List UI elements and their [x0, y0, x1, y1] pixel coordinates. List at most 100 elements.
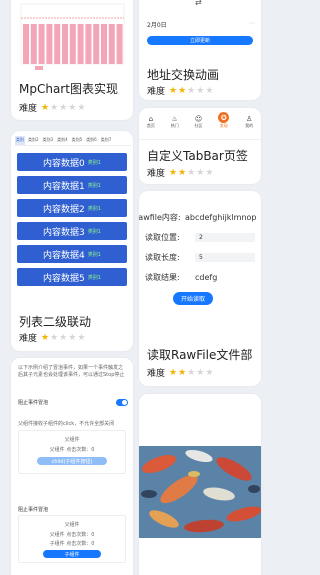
- star-icon: ★: [68, 332, 78, 343]
- card-title: 列表二级联动: [19, 315, 92, 329]
- card-title: 自定义TabBar页签: [147, 149, 248, 163]
- list-item-tag: 类别1: [87, 159, 101, 166]
- list-item-tag: 类别1: [87, 205, 101, 212]
- card-mpchart[interactable]: MpChart图表实现 难度 ★★★★★: [11, 0, 133, 120]
- difficulty: 难度 ★★★★★: [147, 367, 215, 380]
- list-item[interactable]: 内容数据3 类别1: [17, 222, 127, 240]
- category-tab[interactable]: 类别2: [27, 136, 40, 145]
- rawfile-rows: rawfile内容: abcdefghijklmnop 读取位置: 2 读取长度: 5 读取…: [139, 209, 261, 289]
- category-tab[interactable]: 类别3: [42, 136, 55, 145]
- star-icon: ★: [187, 167, 197, 178]
- tab-label: 发现: [219, 123, 228, 128]
- home-icon: ⌂: [148, 115, 154, 123]
- stop-propagation-toggle[interactable]: [116, 399, 128, 406]
- list-item[interactable]: 内容数据2 类别1: [17, 199, 127, 217]
- chart-preview: [11, 0, 133, 74]
- star-icon: ★: [41, 332, 51, 343]
- card-rawfile[interactable]: rawfile内容: abcdefghijklmnop 读取位置: 2 读取长度: 5 读取…: [139, 191, 261, 386]
- list-item[interactable]: 内容数据1 类别1: [17, 176, 127, 194]
- list-item-text: 内容数据3: [43, 227, 85, 238]
- difficulty: 难度 ★★★★★: [147, 167, 215, 180]
- chart-bar: [77, 24, 84, 64]
- fire-icon: ♨: [171, 115, 178, 123]
- rawfile-label: rawfile内容:: [139, 213, 181, 222]
- list-item-text: 内容数据5: [43, 273, 85, 284]
- rawfile-row: rawfile内容: abcdefghijklmnop: [139, 209, 261, 226]
- category-tab[interactable]: 类别6: [85, 136, 98, 145]
- parent-box[interactable]: 父组件 父组件 点击次数：0 child(子组件按钮): [18, 430, 126, 474]
- card-title: MpChart图表实现: [19, 82, 118, 96]
- difficulty: 难度 ★★★★★: [19, 102, 87, 115]
- tab-community[interactable]: ☺ 社区: [194, 115, 202, 137]
- star-icon: ★: [169, 85, 179, 96]
- list-item-text: 内容数据4: [43, 250, 85, 261]
- rawfile-label: 读取位置:: [145, 233, 180, 242]
- chart-bar: [38, 24, 45, 64]
- child-button[interactable]: child(子组件按钮): [37, 457, 107, 465]
- list-item[interactable]: 内容数据5 类别1: [17, 268, 127, 286]
- chart-bar: [69, 24, 76, 64]
- star-icon: ★: [178, 367, 188, 378]
- update-button[interactable]: 立即更新: [147, 36, 253, 45]
- tabbar: ⌂ 首页 ♨ 热门 ☺ 社区 ✪ 发现 ♙ 我的: [139, 112, 261, 137]
- swap-icon: ⇄: [195, 0, 202, 7]
- category-tab[interactable]: 类别5: [71, 136, 84, 145]
- star-icon: ★: [187, 367, 197, 378]
- star-icon: ★: [41, 102, 51, 113]
- chart-bar: [46, 24, 53, 64]
- tab-label: 热门: [170, 123, 179, 128]
- list-item[interactable]: 内容数据4 类别1: [17, 245, 127, 263]
- tab-label: 社区: [194, 123, 203, 128]
- star-icon: ★: [77, 332, 87, 343]
- content-list: 内容数据0 类别1 内容数据1 类别1 内容数据2 类别1 内容数据3 类别1 内容数据4 类别1…: [17, 153, 127, 291]
- community-icon: ☺: [194, 115, 203, 123]
- star-icon: ★: [205, 167, 215, 178]
- star-icon: ★: [187, 85, 197, 96]
- tab-label: 我的: [245, 123, 254, 128]
- section1-desc: 父组件接收子组件的click，不允许全部关闭: [18, 421, 115, 427]
- tab-home[interactable]: ⌂ 首页: [147, 115, 155, 137]
- rating-stars: ★★★★★: [169, 368, 214, 378]
- card-tabbar[interactable]: ⌂ 首页 ♨ 热门 ☺ 社区 ✪ 发现 ♙ 我的 自定义TabBar页签 难度 ★★★★★: [139, 108, 261, 184]
- tab-user[interactable]: ♙ 我的: [245, 115, 253, 137]
- category-tab[interactable]: 类别7: [100, 136, 113, 145]
- card-address[interactable]: 2月0日 ⋯ ⇄ 立即更新 地址交换动画 难度 ★★★★★: [139, 0, 261, 100]
- chart-bar: [62, 24, 68, 64]
- chart-bar: [54, 24, 61, 64]
- chart-bar: [85, 24, 92, 64]
- child2-button[interactable]: 子组件: [43, 550, 101, 558]
- rawfile-value[interactable]: 5: [195, 253, 255, 262]
- switch-row: 阻止事件冒泡: [18, 399, 128, 406]
- list-item-text: 内容数据0: [43, 158, 85, 169]
- rawfile-value: cdefg: [195, 273, 218, 282]
- star-icon: ★: [178, 85, 188, 96]
- rawfile-row: 读取结果: cdefg: [139, 269, 261, 286]
- tab-discover[interactable]: ✪ 发现: [218, 112, 230, 137]
- card-event[interactable]: 以下示例介绍了冒泡事件，如果一个事件触发之后其子元素也会处理该事件，可以通过St…: [11, 358, 133, 575]
- chart-bar: [30, 24, 37, 64]
- rating-stars: ★★★★★: [169, 86, 214, 96]
- card-list[interactable]: 类别 类别2 类别3 类别4 类别5 类别6 类别7 内容数据0 类别1 内容数据1 类别1 内容数…: [11, 131, 133, 351]
- read-button[interactable]: 开始读取: [173, 292, 213, 305]
- list-item-text: 内容数据1: [43, 181, 85, 192]
- parent2-box[interactable]: 父组件 父组件 点击次数：0 子组件 点击次数：0 子组件: [18, 515, 126, 563]
- category-tab[interactable]: 类别4: [56, 136, 69, 145]
- rating-stars: ★★★★★: [41, 103, 86, 113]
- card-image[interactable]: [139, 394, 261, 575]
- event-intro: 以下示例介绍了冒泡事件，如果一个事件触发之后其子元素也会处理该事件，可以通过St…: [18, 365, 125, 378]
- rawfile-row: 读取长度: 5: [139, 249, 261, 266]
- star-icon: ★: [50, 332, 60, 343]
- category-tab[interactable]: 类别: [15, 136, 25, 145]
- difficulty: 难度 ★★★★★: [19, 332, 87, 345]
- rawfile-value: abcdefghijklmnop: [185, 213, 257, 222]
- tabbar-preview: ⌂ 首页 ♨ 热门 ☺ 社区 ✪ 发现 ♙ 我的: [139, 108, 261, 140]
- list-item[interactable]: 内容数据0 类别1: [17, 153, 127, 171]
- chart-bar: [93, 24, 100, 64]
- list-item-tag: 类别1: [87, 274, 101, 281]
- rawfile-value[interactable]: 2: [195, 233, 255, 242]
- rawfile-label: 读取结果:: [145, 273, 180, 282]
- chart-bar: [108, 24, 115, 64]
- rawfile-row: 读取位置: 2: [139, 229, 261, 246]
- tab-fire[interactable]: ♨ 热门: [171, 115, 179, 137]
- list-item-tag: 类别1: [87, 251, 101, 258]
